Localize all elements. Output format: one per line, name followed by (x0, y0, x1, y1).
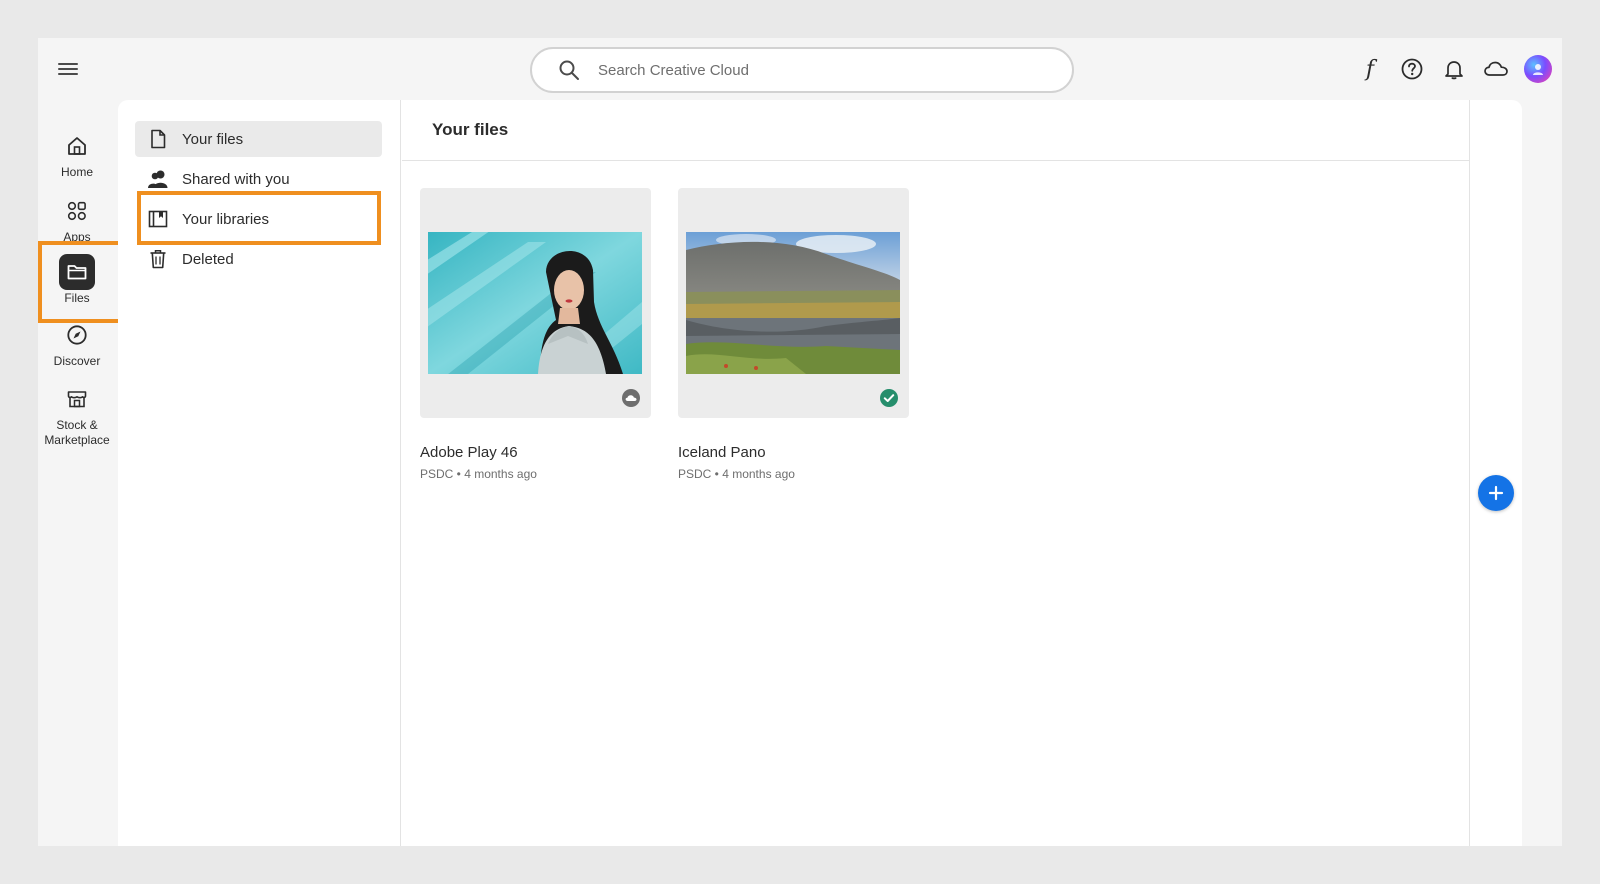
files-content: Your files Adobe Play 46 PSDC • 4 months… (402, 100, 1470, 846)
help-icon[interactable] (1398, 55, 1426, 83)
font-glyph: f (1365, 56, 1375, 82)
rail-label: Discover (53, 354, 101, 368)
nav-label: Deleted (182, 250, 234, 268)
bell-icon[interactable] (1440, 55, 1468, 83)
content-header: Your files (402, 100, 1469, 161)
plus-icon (1488, 485, 1504, 501)
file-card[interactable]: Adobe Play 46 PSDC • 4 months ago (420, 188, 651, 481)
cloud-icon[interactable] (1482, 55, 1510, 83)
file-card[interactable]: Iceland Pano PSDC • 4 months ago (678, 188, 909, 481)
files-nav: Your files Shared with you Your librarie… (118, 100, 401, 846)
page-title: Your files (432, 120, 509, 139)
libraries-highlight (137, 191, 381, 245)
nav-item-your-files[interactable]: Your files (135, 121, 382, 157)
add-button[interactable] (1478, 475, 1514, 511)
landscape-image (686, 232, 900, 374)
avatar[interactable] (1524, 55, 1552, 83)
font-icon[interactable]: f (1356, 55, 1384, 83)
nav-label: Shared with you (182, 170, 290, 188)
rail-label: Home (60, 165, 93, 179)
people-icon (147, 168, 169, 190)
search-input[interactable] (598, 61, 1018, 79)
cloud-status-icon (622, 389, 640, 407)
rail-item-discover[interactable]: Discover (38, 317, 116, 369)
rail-item-home[interactable]: Home (38, 128, 116, 180)
trash-icon (147, 248, 169, 270)
creative-cloud-app: f (38, 38, 1562, 846)
apps-icon (59, 193, 95, 229)
top-actions: f (1356, 55, 1552, 83)
main-panel: Your files Shared with you Your librarie… (118, 100, 1522, 846)
menu-icon[interactable] (58, 60, 78, 78)
nav-item-deleted[interactable]: Deleted (135, 241, 382, 277)
home-icon (59, 128, 95, 164)
file-meta: PSDC • 4 months ago (420, 467, 537, 481)
rail-label-line2: Marketplace (44, 433, 110, 447)
file-name: Adobe Play 46 (420, 444, 518, 461)
portrait-image (428, 232, 642, 374)
store-icon (59, 381, 95, 417)
rail-item-stock[interactable]: Stock & Marketplace (38, 381, 116, 448)
search-icon (559, 60, 579, 80)
synced-check-icon (880, 389, 898, 407)
file-thumbnail[interactable] (678, 188, 909, 418)
files-highlight (38, 241, 122, 323)
rail-item-apps[interactable]: Apps (38, 193, 116, 245)
search-bar[interactable] (530, 47, 1074, 93)
file-thumbnail[interactable] (420, 188, 651, 418)
file-meta: PSDC • 4 months ago (678, 467, 795, 481)
rail-label: Stock & (56, 418, 98, 432)
file-icon (147, 128, 169, 150)
nav-label: Your files (182, 130, 244, 148)
file-name: Iceland Pano (678, 444, 766, 461)
